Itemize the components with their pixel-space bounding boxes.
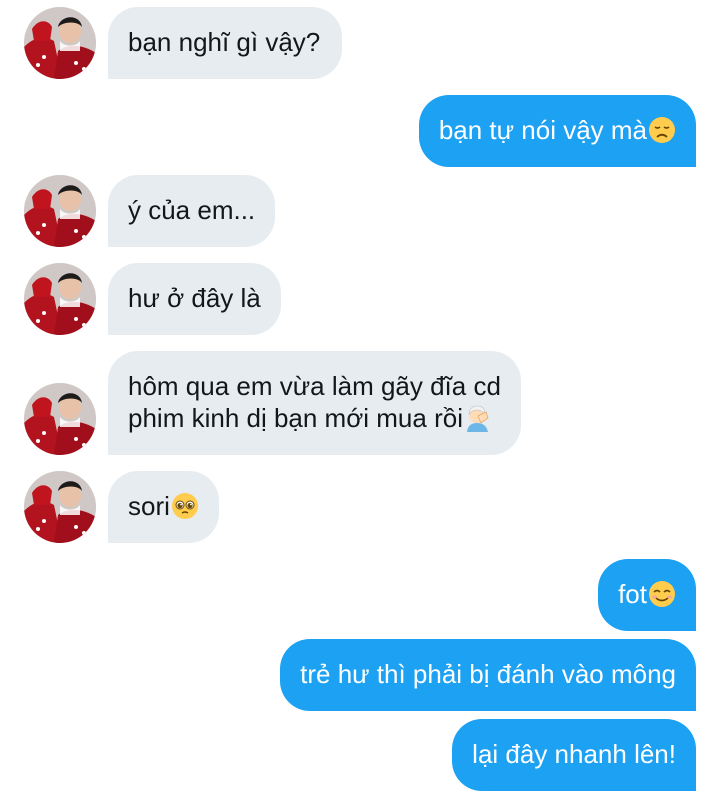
message-row: lại đây nhanh lên! [0,719,720,791]
received-message-bubble[interactable]: hư ở đây là [108,263,281,335]
message-row: fot [0,559,720,631]
message-row: sori [0,471,720,543]
contact-avatar[interactable] [24,471,96,543]
message-row: ý của em... [0,175,720,247]
message-text: fot [618,579,647,609]
message-text-line-1: hôm qua em vừa làm gãy đĩa cd [128,371,501,401]
disappointed-face-emoji-icon [648,116,676,144]
message-text: lại đây nhanh lên! [472,739,676,769]
contact-avatar[interactable] [24,383,96,455]
message-row: hôm qua em vừa làm gãy đĩa cd phim kinh … [0,351,720,455]
message-text: bạn nghĩ gì vậy? [128,27,321,57]
sent-message-bubble[interactable]: trẻ hư thì phải bị đánh vào mông [280,639,696,711]
message-row: bạn tự nói vậy mà [0,95,720,167]
contact-avatar[interactable] [24,263,96,335]
message-text: sori [128,491,170,521]
sent-message-bubble[interactable]: fot [598,559,696,631]
message-text: bạn tự nói vậy mà [438,115,647,145]
sent-message-bubble[interactable]: bạn tự nói vậy mà [418,95,696,167]
message-text-line-2: phim kinh dị bạn mới mua rồi [128,402,501,434]
message-row: bạn nghĩ gì vậy? [0,7,720,79]
person-facepalming-emoji-icon [464,404,492,432]
message-text: hư ở đây là [128,283,261,313]
pleading-face-emoji-icon [171,492,199,520]
smiling-face-emoji-icon [648,580,676,608]
received-message-bubble[interactable]: hôm qua em vừa làm gãy đĩa cd phim kinh … [108,351,521,455]
sent-message-bubble[interactable]: lại đây nhanh lên! [452,719,696,791]
message-text: ý của em... [128,195,256,225]
contact-avatar[interactable] [24,7,96,79]
message-text: trẻ hư thì phải bị đánh vào mông [300,659,676,689]
received-message-bubble[interactable]: bạn nghĩ gì vậy? [108,7,343,79]
message-text: phim kinh dị bạn mới mua rồi [128,403,463,433]
received-message-bubble[interactable]: sori [108,471,219,543]
message-row: hư ở đây là [0,263,720,335]
contact-avatar[interactable] [24,175,96,247]
message-row: trẻ hư thì phải bị đánh vào mông [0,639,720,711]
received-message-bubble[interactable]: ý của em... [108,175,276,247]
